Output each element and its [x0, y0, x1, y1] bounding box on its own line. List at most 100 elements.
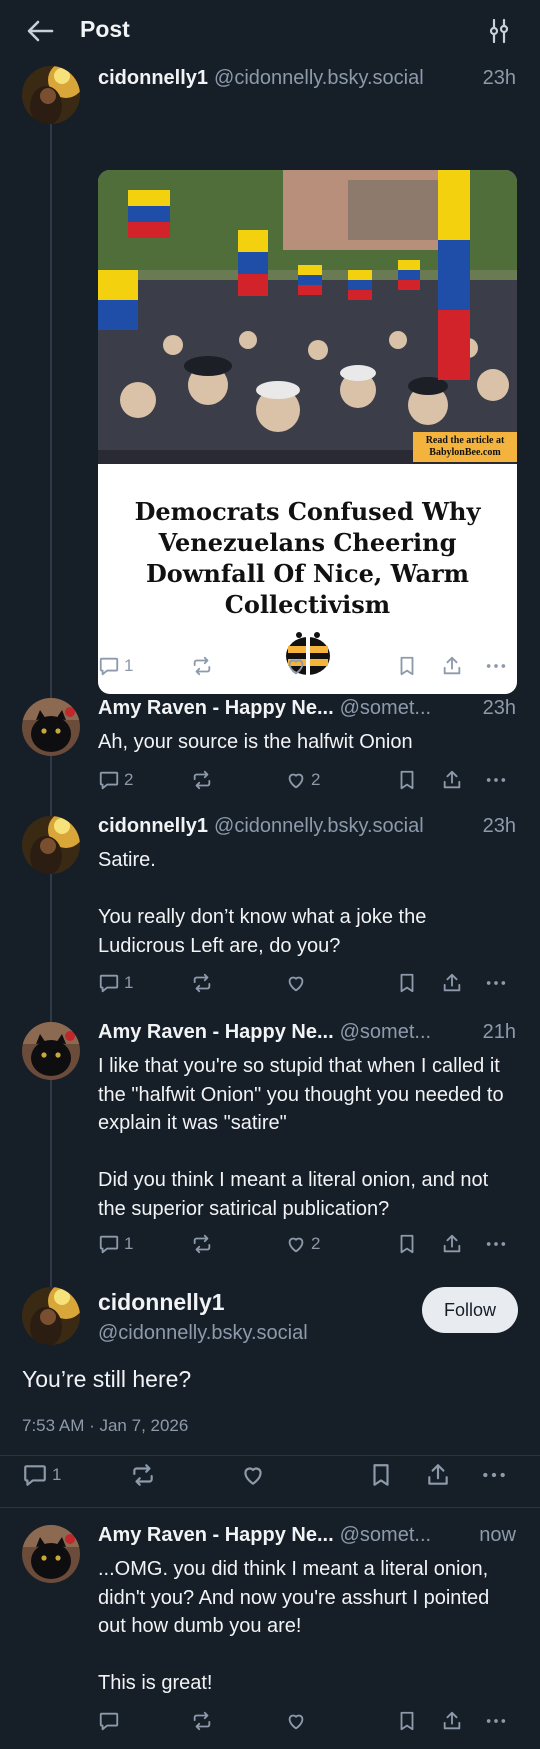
- more-icon: [485, 972, 507, 994]
- like-button[interactable]: [285, 652, 307, 680]
- author-handle[interactable]: @somet...: [340, 1524, 472, 1547]
- repost-button[interactable]: [191, 652, 213, 680]
- post-actions: 1: [22, 1459, 518, 1491]
- like-icon: [285, 1233, 307, 1255]
- bookmark-button[interactable]: [396, 1707, 418, 1735]
- share-button[interactable]: [441, 969, 463, 997]
- link-card[interactable]: Read the article at BabylonBee.com Democ…: [98, 170, 517, 694]
- divider: [0, 1455, 540, 1456]
- author-handle[interactable]: @somet...: [340, 697, 475, 720]
- post-actions: 2 2: [98, 766, 518, 794]
- more-icon: [481, 1462, 507, 1488]
- post-time[interactable]: 23h: [483, 67, 516, 90]
- article-photo: [98, 170, 517, 464]
- author-name[interactable]: Amy Raven - Happy Ne...: [98, 697, 334, 720]
- repost-button[interactable]: [191, 766, 213, 794]
- bookmark-button[interactable]: [396, 1230, 418, 1258]
- like-button[interactable]: 2: [285, 1230, 320, 1258]
- bookmark-button[interactable]: [396, 969, 418, 997]
- repost-icon: [191, 1233, 213, 1255]
- repost-button[interactable]: [191, 1230, 213, 1258]
- post-actions: 1: [98, 969, 518, 997]
- avatar[interactable]: [22, 816, 80, 874]
- share-button[interactable]: [441, 1707, 463, 1735]
- repost-icon: [191, 1710, 213, 1732]
- more-button[interactable]: [485, 969, 507, 997]
- more-button[interactable]: [481, 1459, 507, 1491]
- repost-button[interactable]: [191, 969, 213, 997]
- more-button[interactable]: [485, 766, 507, 794]
- share-icon: [441, 655, 463, 677]
- back-button[interactable]: [24, 16, 56, 46]
- more-button[interactable]: [485, 652, 507, 680]
- reply-button[interactable]: 1: [98, 969, 133, 997]
- like-button[interactable]: 2: [285, 766, 320, 794]
- repost-button[interactable]: [191, 1707, 213, 1735]
- like-icon: [240, 1462, 266, 1488]
- share-button[interactable]: [425, 1459, 451, 1491]
- source-badge: Read the article at BabylonBee.com: [413, 432, 517, 462]
- more-button[interactable]: [485, 1707, 507, 1735]
- thread-settings-button[interactable]: [484, 16, 514, 46]
- post-time[interactable]: 23h: [483, 697, 516, 720]
- thread-post[interactable]: Amy Raven - Happy Ne... @somet... 21h I …: [0, 1007, 540, 1277]
- avatar[interactable]: [22, 1525, 80, 1583]
- author-name[interactable]: Amy Raven - Happy Ne...: [98, 1524, 334, 1547]
- post-text: I like that you're so stupid that when I…: [98, 1055, 504, 1220]
- more-icon: [485, 1233, 507, 1255]
- author-handle[interactable]: @somet...: [340, 1021, 475, 1044]
- avatar[interactable]: [22, 698, 80, 756]
- author-name[interactable]: cidonnelly1: [98, 815, 208, 838]
- author-name[interactable]: cidonnelly1: [98, 67, 208, 90]
- bookmark-button[interactable]: [368, 1459, 394, 1491]
- more-icon: [485, 655, 507, 677]
- like-button[interactable]: [285, 1707, 307, 1735]
- repost-icon: [191, 655, 213, 677]
- thread-post[interactable]: cidonnelly1 @cidonnelly.bsky.social 23h: [0, 62, 540, 694]
- reply-post[interactable]: Amy Raven - Happy Ne... @somet... now ..…: [0, 1509, 540, 1749]
- thread-post[interactable]: cidonnelly1 @cidonnelly.bsky.social 23h …: [0, 802, 540, 1007]
- like-icon: [285, 1710, 307, 1732]
- post-header: Amy Raven - Happy Ne... @somet... 21h: [98, 1021, 516, 1049]
- repost-button[interactable]: [130, 1459, 156, 1491]
- avatar[interactable]: [22, 66, 80, 124]
- card-title: Democrats Confused Why Venezuelans Cheer…: [134, 497, 481, 619]
- like-count: 2: [311, 770, 321, 789]
- post-time[interactable]: 21h: [483, 1021, 516, 1044]
- reply-icon: [98, 1710, 120, 1732]
- like-icon: [285, 769, 307, 791]
- reply-button[interactable]: [98, 1707, 120, 1735]
- share-button[interactable]: [441, 652, 463, 680]
- bookmark-button[interactable]: [396, 652, 418, 680]
- repost-icon: [191, 769, 213, 791]
- badge-line2: BabylonBee.com: [429, 447, 501, 458]
- reply-button[interactable]: 1: [22, 1459, 61, 1491]
- post-time[interactable]: now: [479, 1524, 516, 1547]
- share-button[interactable]: [441, 1230, 463, 1258]
- divider: [0, 1507, 540, 1508]
- bookmark-icon: [396, 1233, 418, 1255]
- post-text: Satire. You really don’t know what a jok…: [98, 849, 427, 957]
- thread-post[interactable]: Amy Raven - Happy Ne... @somet... 23h Ah…: [0, 682, 540, 802]
- author-handle[interactable]: @cidonnelly.bsky.social: [214, 67, 475, 90]
- author-name[interactable]: Amy Raven - Happy Ne...: [98, 1021, 334, 1044]
- like-button[interactable]: [240, 1459, 266, 1491]
- avatar[interactable]: [22, 1287, 80, 1345]
- bookmark-button[interactable]: [396, 766, 418, 794]
- author-handle[interactable]: @cidonnelly.bsky.social: [214, 815, 475, 838]
- author-name[interactable]: cidonnelly1: [98, 1289, 225, 1316]
- reply-count: 1: [124, 1234, 134, 1253]
- author-handle[interactable]: @cidonnelly.bsky.social: [98, 1322, 308, 1345]
- follow-button[interactable]: Follow: [422, 1287, 518, 1333]
- more-button[interactable]: [485, 1230, 507, 1258]
- post-text: ...OMG. you did think I meant a literal …: [98, 1558, 490, 1694]
- share-button[interactable]: [441, 766, 463, 794]
- reply-button[interactable]: 1: [98, 652, 133, 680]
- reply-count: 1: [124, 973, 134, 992]
- post-time[interactable]: 23h: [483, 815, 516, 838]
- reply-button[interactable]: 2: [98, 766, 133, 794]
- like-button[interactable]: [285, 969, 307, 997]
- arrow-left-icon: [27, 20, 54, 42]
- reply-button[interactable]: 1: [98, 1230, 133, 1258]
- avatar[interactable]: [22, 1022, 80, 1080]
